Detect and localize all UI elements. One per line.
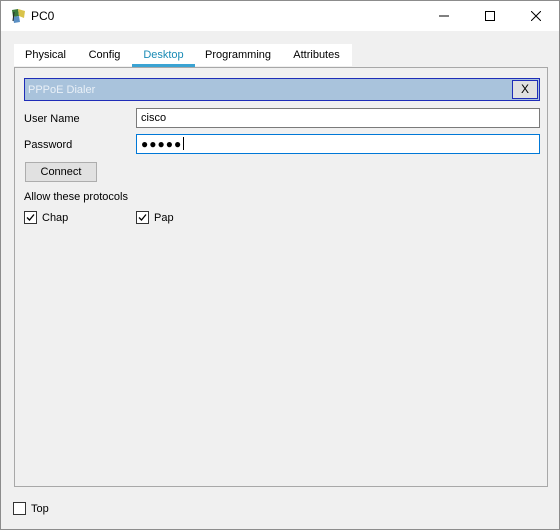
password-label: Password	[24, 139, 73, 151]
tab-bar: Physical Config Desktop Programming Attr…	[14, 44, 352, 67]
minimize-icon	[439, 15, 449, 17]
window-title: PC0	[31, 9, 55, 23]
pap-checkbox[interactable]	[136, 211, 149, 224]
checkmark-icon	[26, 214, 35, 221]
pap-label: Pap	[154, 212, 174, 224]
chap-label: Chap	[42, 212, 69, 224]
tab-config[interactable]: Config	[77, 44, 132, 66]
tab-physical[interactable]: Physical	[14, 44, 77, 66]
connect-button[interactable]: Connect	[25, 162, 97, 182]
maximize-icon	[485, 11, 495, 21]
protocols-label: Allow these protocols	[24, 191, 128, 203]
pppoe-dialer-header: PPPoE Dialer X	[24, 78, 540, 101]
tab-programming[interactable]: Programming	[195, 44, 281, 66]
maximize-button[interactable]	[467, 1, 513, 31]
password-mask: ●●●●●	[141, 137, 183, 151]
checkmark-icon	[138, 214, 147, 221]
minimize-button[interactable]	[421, 1, 467, 31]
chap-checkbox[interactable]	[24, 211, 37, 224]
pc-app-icon	[12, 9, 25, 23]
username-input[interactable]: cisco	[136, 108, 540, 128]
top-label: Top	[31, 503, 49, 515]
app-window: PC0 Physical Config Desktop Programming …	[0, 0, 560, 530]
close-button[interactable]	[513, 1, 559, 31]
top-checkbox[interactable]	[13, 502, 26, 515]
tab-desktop[interactable]: Desktop	[132, 44, 195, 67]
title-bar: PC0	[1, 1, 559, 31]
tab-attributes[interactable]: Attributes	[281, 44, 352, 66]
desktop-panel: PPPoE Dialer X User Name cisco Password …	[14, 67, 548, 487]
pppoe-dialer-title: PPPoE Dialer	[28, 84, 96, 96]
password-input[interactable]: ●●●●●	[136, 134, 540, 154]
dialer-close-button[interactable]: X	[512, 80, 538, 99]
text-caret	[183, 137, 185, 150]
close-icon	[531, 11, 541, 21]
username-label: User Name	[24, 113, 80, 125]
